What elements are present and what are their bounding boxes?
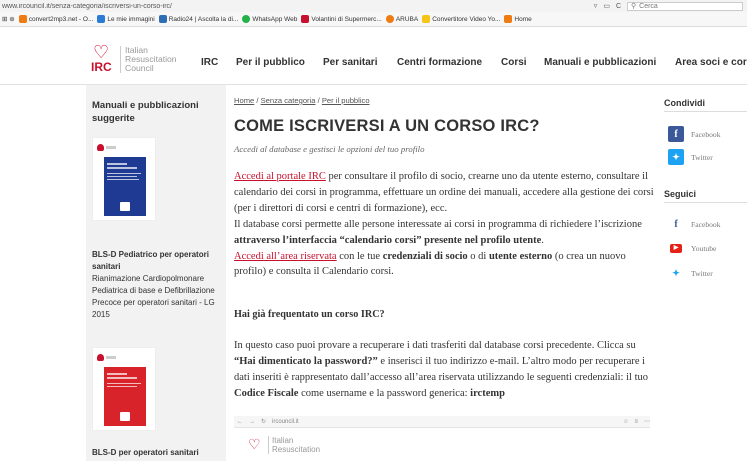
article-paragraph-2: In questo caso puoi provare a recuperare… xyxy=(234,340,648,399)
page-subtitle: Accedi al database e gestisci le opzioni… xyxy=(234,144,425,154)
url-field[interactable]: www.ircouncil.it/senza-categoria/iscrive… xyxy=(2,3,594,10)
nav-area-soci[interactable]: Area soci e corsi xyxy=(675,57,747,68)
book-cover-art xyxy=(104,367,146,426)
home-icon xyxy=(504,15,513,23)
section-heading: Hai già frequentato un corso IRC? xyxy=(234,309,385,320)
embedded-url: ircouncil.it xyxy=(272,418,299,425)
bookmarks-bar: ⊞ ⊛ convert2mp3.net - O... Le mie immagi… xyxy=(0,12,747,27)
book-cover-bls-pediatrico[interactable] xyxy=(92,137,156,221)
book-cover-bls[interactable] xyxy=(92,347,156,431)
nav-per-sanitari[interactable]: Per sanitari xyxy=(323,57,377,68)
follow-heading: Seguici xyxy=(664,189,747,203)
forward-icon: → xyxy=(249,418,255,425)
nav-manuali[interactable]: Manuali e pubblicazioni xyxy=(544,57,656,68)
back-icon: ← xyxy=(237,418,243,425)
sidebar: Manuali e pubblicazioni suggerite BLS-D … xyxy=(86,85,226,461)
reload-icon[interactable]: C xyxy=(616,3,621,10)
book-1-description: Rianimazione Cardiopolmonare Pediatrica … xyxy=(92,274,215,319)
bookmark-convert2mp3[interactable]: convert2mp3.net - O... xyxy=(18,15,93,23)
twitter-icon: ✦ xyxy=(672,267,680,278)
browser-address-bar: www.ircouncil.it/senza-categoria/iscrive… xyxy=(0,0,747,12)
book-1-info: BLS-D Pediatrico per operatori sanitari … xyxy=(92,249,224,321)
heart-icon: ♡ xyxy=(93,42,110,62)
irc-mini-logo xyxy=(97,354,117,362)
share-heading: Condividi xyxy=(664,98,747,112)
bookmark-whatsapp[interactable]: WhatsApp Web xyxy=(242,15,297,23)
bookmark-home[interactable]: Home xyxy=(504,15,532,23)
folder-icon xyxy=(422,15,431,23)
book-2-title[interactable]: BLS-D per operatori sanitari xyxy=(92,448,199,457)
star-icon: ☆ xyxy=(623,419,629,425)
follow-facebook[interactable]: f Facebook xyxy=(668,216,720,232)
heart-icon: ♡ xyxy=(248,436,261,452)
twitter-icon: ✦ xyxy=(668,149,684,165)
youtube-icon: ▶ xyxy=(668,240,684,256)
share-twitter[interactable]: ✦ Twitter xyxy=(668,149,713,165)
nav-corsi[interactable]: Corsi xyxy=(501,57,527,68)
nav-centri-formazione[interactable]: Centri formazione xyxy=(397,57,482,68)
logo-name: Italian Resuscitation Council xyxy=(120,46,177,73)
nav-irc[interactable]: IRC xyxy=(201,57,218,68)
bookmark-converter[interactable]: Convertitore Video Yo... xyxy=(422,15,500,23)
images-icon xyxy=(97,15,106,23)
bookmark-images[interactable]: Le mie immagini xyxy=(97,15,155,23)
book-cover-art xyxy=(104,157,146,216)
article-paragraph-1: Accedi al portale IRC per consultare il … xyxy=(234,171,654,278)
bookmark-volantini[interactable]: Volantini di Supermerc... xyxy=(301,15,382,23)
menu-icon: ≡ xyxy=(634,418,638,425)
radio24-icon xyxy=(158,15,167,23)
facebook-icon: f xyxy=(668,126,684,142)
reserved-area-link[interactable]: Accedi all’area riservata xyxy=(234,251,337,262)
whatsapp-icon xyxy=(242,15,251,23)
more-icon: ⋯ xyxy=(644,419,650,425)
bookmark-aruba[interactable]: ARUBA xyxy=(385,15,418,23)
breadcrumb-category[interactable]: Senza categoria xyxy=(261,96,316,105)
bookmark-radio24[interactable]: Radio24 | Ascolta la di... xyxy=(158,15,238,23)
dropdown-icon[interactable]: ▿ xyxy=(594,2,598,10)
page-title: COME ISCRIVERSI A UN CORSO IRC? xyxy=(234,117,540,135)
browser-search-input[interactable]: ⚲ Cerca xyxy=(627,1,743,11)
site-header: ♡ IRC Italian Resuscitation Council IRC … xyxy=(0,27,747,85)
irc-logo[interactable]: ♡ IRC Italian Resuscitation Council xyxy=(91,43,186,79)
irc-mini-logo xyxy=(97,144,117,152)
volantini-icon xyxy=(301,15,310,23)
facebook-icon: f xyxy=(674,218,678,230)
reader-icon[interactable]: ▭ xyxy=(603,2,610,10)
search-placeholder: Cerca xyxy=(639,2,658,10)
bookmark-toolbar-icon[interactable]: ⊞ ⊛ xyxy=(2,15,15,23)
share-facebook[interactable]: f Facebook xyxy=(668,126,721,142)
follow-twitter[interactable]: ✦ Twitter xyxy=(668,265,713,281)
search-icon: ⚲ xyxy=(631,3,637,10)
nav-per-il-pubblico[interactable]: Per il pubblico xyxy=(236,57,305,68)
follow-youtube[interactable]: ▶ Youtube xyxy=(668,240,716,256)
logo-abbr: IRC xyxy=(91,60,112,74)
convert2mp3-icon xyxy=(18,15,27,23)
breadcrumb-page[interactable]: Per il pubblico xyxy=(322,96,370,105)
embedded-browser-bar: ← → ↻ ircouncil.it ☆ ≡ ⋯ xyxy=(234,416,650,428)
reload-icon: ↻ xyxy=(261,419,267,425)
embedded-logo-name: Italian Resuscitation xyxy=(268,436,320,454)
breadcrumb-home[interactable]: Home xyxy=(234,96,254,105)
aruba-icon xyxy=(385,15,394,23)
portal-link[interactable]: Accedi al portale IRC xyxy=(234,171,326,182)
breadcrumb: Home / Senza categoria / Per il pubblico xyxy=(234,96,370,105)
book-1-title[interactable]: BLS-D Pediatrico per operatori sanitari xyxy=(92,249,224,273)
embedded-screenshot: ← → ↻ ircouncil.it ☆ ≡ ⋯ ♡ Italian Resus… xyxy=(234,416,650,461)
sidebar-title: Manuali e pubblicazioni suggerite xyxy=(92,100,199,124)
